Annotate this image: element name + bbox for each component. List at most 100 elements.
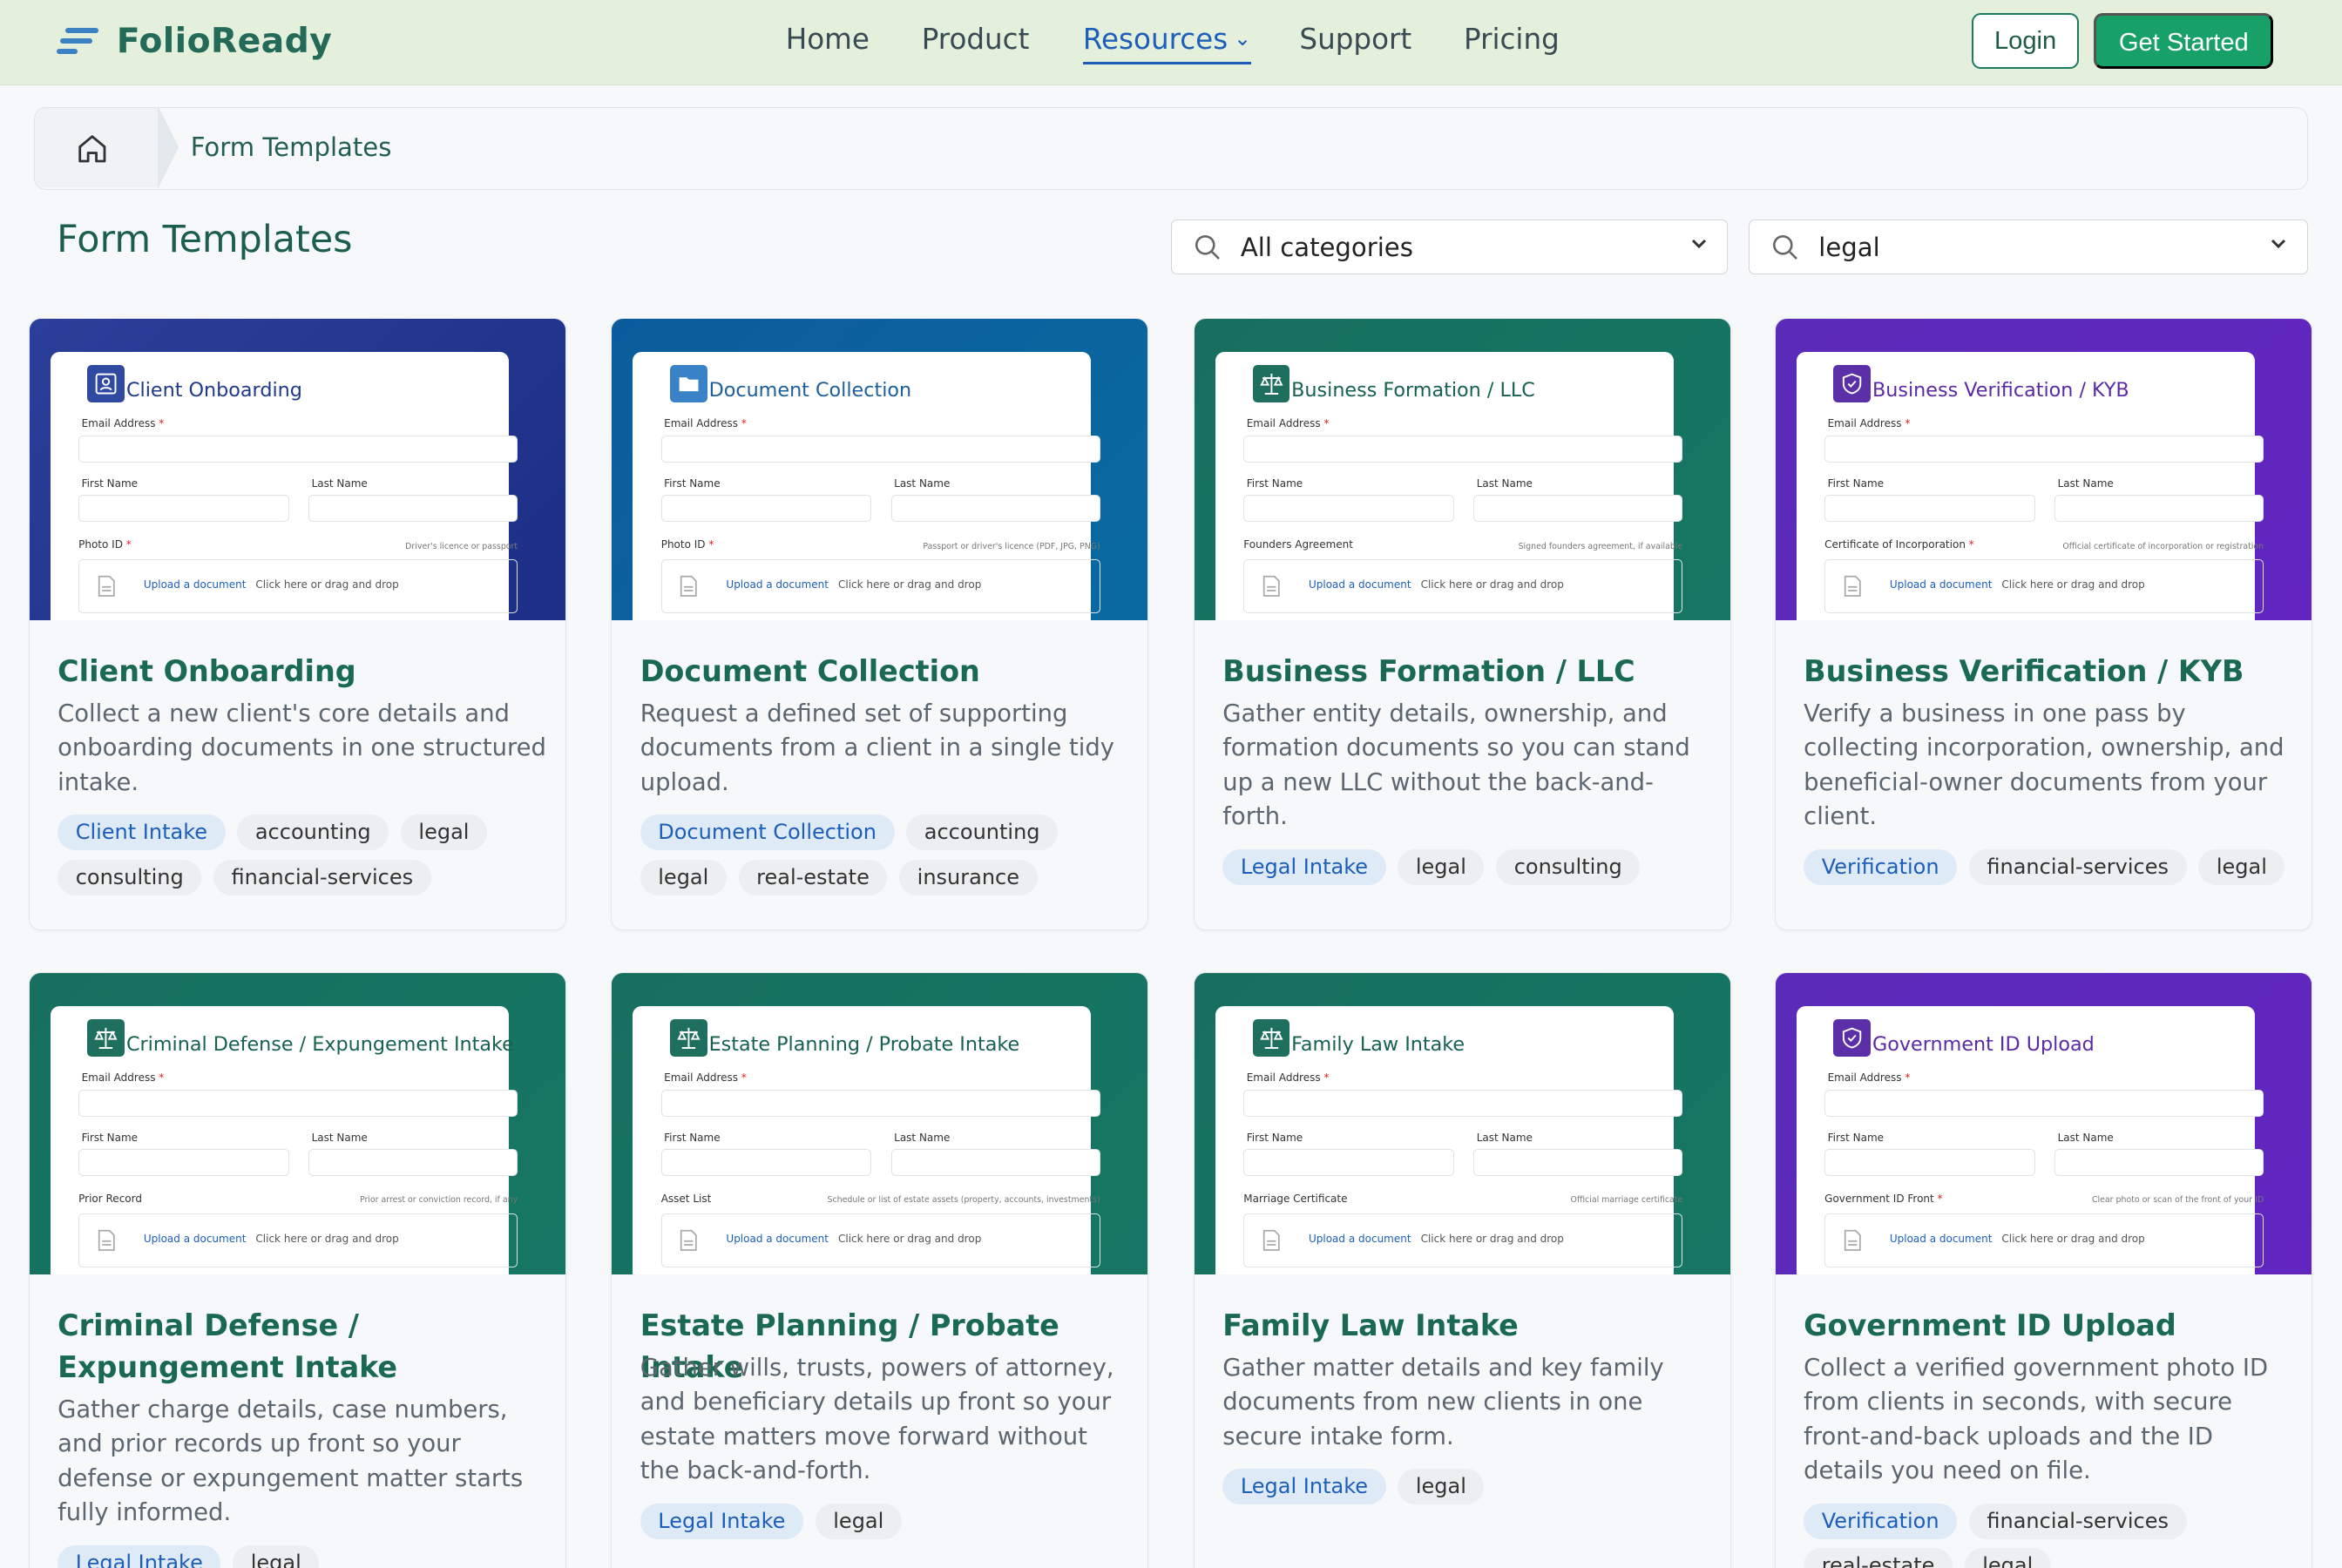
card-title[interactable]: Government ID Upload [1804,1305,2289,1347]
card-title[interactable]: Family Law Intake [1222,1305,1708,1347]
form-preview: Criminal Defense / Expungement Intake Em… [50,1005,518,1275]
preview-upload-hint: Click here or drag and drop [255,578,399,591]
preview-upload-hint: Click here or drag and drop [837,578,982,591]
template-card[interactable]: Business Verification / KYB Email Addres… [1774,318,2312,930]
preview-doc-hint: Clear photo or scan of the front of your… [2091,1195,2264,1206]
preview-doc-hint: Prior arrest or conviction record, if an… [359,1195,518,1206]
preview-title: Document Collection [708,378,912,402]
preview-first-name-input [1824,1149,2035,1177]
preview-email-input [1824,1089,2264,1117]
tag-badge: legal [233,1544,320,1568]
card-title[interactable]: Business Formation / LLC [1222,651,1708,693]
preview-first-name-input [78,1149,289,1177]
card-tags: Legal Intake legal [640,1503,1134,1539]
form-preview: Client Onboarding Email Address * First … [50,351,518,621]
preview-first-name-input [78,495,289,523]
template-card[interactable]: Business Formation / LLC Email Address *… [1193,318,1731,930]
preview-email-label: Email Address * [664,417,747,430]
preview-email-label-text: Email Address [1827,1071,1902,1085]
document-icon [1262,1229,1280,1251]
nav-link-home[interactable]: Home [786,23,870,56]
shield-icon [1833,365,1872,403]
category-select[interactable]: All categories [1171,220,1729,275]
preview-email-input [660,1089,1100,1117]
login-button[interactable]: Login [1971,13,2080,69]
preview-doc-hint: Schedule or list of estate assets (prope… [827,1195,1100,1206]
category-select-value: All categories [1240,232,1413,262]
preview-first-name-label: First Name [1827,1131,1885,1144]
logo[interactable]: FolioReady [57,21,332,61]
preview-email-label-text: Email Address [1246,417,1321,430]
tag-badge: legal [1398,848,1485,885]
preview-email-label-text: Email Address [664,1071,739,1085]
card-title[interactable]: Client Onboarding [58,651,543,693]
preview-doc-label: Asset List [661,1193,712,1205]
tag-badge: financial-services [213,859,431,896]
get-started-button[interactable]: Get Started [2094,13,2274,69]
card-description: Verify a business in one pass by collect… [1804,700,2284,831]
breadcrumb-home[interactable] [35,108,179,189]
card-banner: Business Formation / LLC Email Address *… [1194,319,1730,621]
template-card[interactable]: Client Onboarding Email Address * First … [28,318,566,930]
preview-email-label-text: Email Address [1827,417,1902,430]
preview-upload-link: Upload a document [1308,1232,1411,1245]
form-preview: Business Verification / KYB Email Addres… [1796,351,2264,621]
card-banner: Estate Planning / Probate Intake Email A… [612,973,1148,1275]
preview-upload-link: Upload a document [1308,578,1411,591]
scales-icon [669,1019,707,1057]
card-description: Request a defined set of supporting docu… [640,700,1114,796]
card-banner: Business Verification / KYB Email Addres… [1775,319,2312,621]
card-description: Gather entity details, ownership, and fo… [1222,700,1690,831]
preview-upload-link: Upload a document [143,578,247,591]
preview-first-name-input [1824,495,2035,523]
breadcrumb-current: Form Templates [190,132,392,162]
preview-doc-label: Government ID Front * [1824,1192,1943,1205]
tag-badge: financial-services [1968,1503,2187,1539]
card-title[interactable]: Document Collection [640,651,1126,693]
preview-doc-label-text: Marriage Certificate [1243,1192,1348,1205]
template-card[interactable]: Document Collection Email Address * Firs… [611,318,1149,930]
preview-last-name-input [308,1149,518,1177]
preview-upload-zone: Upload a document Click here or drag and… [1243,1213,1683,1267]
preview-first-name-label: First Name [1827,476,1885,490]
template-card[interactable]: Government ID Upload Email Address * Fir… [1774,972,2312,1568]
nav-link-support[interactable]: Support [1299,23,1411,56]
tag-badge: Verification [1804,848,1958,885]
template-card[interactable]: Estate Planning / Probate Intake Email A… [611,972,1149,1568]
card-banner: Client Onboarding Email Address * First … [29,319,565,621]
template-card[interactable]: Criminal Defense / Expungement Intake Em… [28,972,566,1568]
tag-badge: Legal Intake [1222,848,1386,885]
preview-email-label: Email Address * [81,417,165,430]
document-icon [680,1229,697,1251]
preview-first-name-label: First Name [81,476,139,490]
preview-last-name-label: Last Name [894,476,951,490]
preview-doc-hint: Driver's licence or passport [405,541,518,551]
preview-upload-hint: Click here or drag and drop [2001,1232,2145,1245]
template-card[interactable]: Family Law Intake Email Address * First … [1193,972,1731,1568]
card-title[interactable]: Business Verification / KYB [1804,651,2289,693]
nav-link-product[interactable]: Product [922,23,1030,56]
tag-badge: legal [2198,848,2285,885]
card-tags: Legal Intake legal consulting [1222,848,1716,885]
preview-doc-label-text: Government ID Front [1824,1192,1934,1205]
nav-link-resources[interactable]: Resources ⌄ [1082,23,1251,65]
preview-email-label-text: Email Address [1246,1071,1321,1085]
search-select[interactable]: legal [1749,220,2308,275]
preview-upload-hint: Click here or drag and drop [255,1232,399,1245]
tag-badge: Legal Intake [58,1544,221,1568]
form-preview: Business Formation / LLC Email Address *… [1215,351,1683,621]
preview-doc-label: Photo ID * [660,538,714,551]
tag-badge: consulting [1496,848,1641,885]
preview-doc-hint: Official certificate of incorporation or… [2062,541,2264,551]
card-title[interactable]: Criminal Defense / Expungement Intake [58,1305,543,1389]
breadcrumb: Form Templates [34,107,2308,190]
form-preview: Estate Planning / Probate Intake Email A… [633,1005,1100,1275]
document-icon [1262,576,1280,598]
nav-link-pricing[interactable]: Pricing [1464,23,1560,56]
tag-badge: legal [400,814,488,851]
preview-last-name-label: Last Name [2057,1131,2114,1144]
tag-badge: insurance [899,859,1038,896]
search-icon [1773,234,1798,260]
card-description: Collect a verified government photo ID f… [1804,1354,2269,1484]
preview-first-name-label: First Name [664,1131,721,1144]
